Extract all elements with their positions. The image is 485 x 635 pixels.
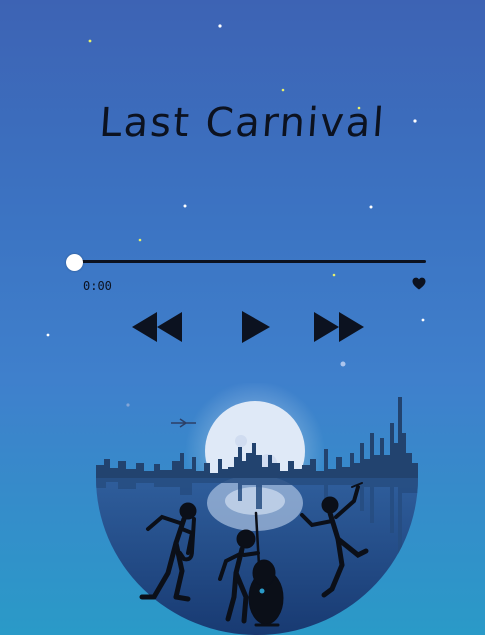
progress-thumb[interactable]: [65, 254, 83, 271]
star: [421, 318, 425, 322]
current-time: 0:00: [83, 279, 112, 293]
fast-forward-icon: [314, 312, 364, 342]
star: [88, 39, 92, 43]
star: [46, 333, 50, 337]
rewind-button[interactable]: [131, 310, 183, 344]
progress-bar[interactable]: [74, 260, 426, 263]
star: [183, 204, 187, 208]
star: [218, 24, 222, 28]
star: [340, 361, 346, 367]
star: [332, 273, 336, 277]
star: [281, 88, 285, 92]
star: [138, 238, 142, 242]
play-button[interactable]: [240, 309, 272, 345]
album-artwork: [96, 383, 418, 635]
fast-forward-button[interactable]: [313, 310, 365, 344]
song-title: Last Carnival: [97, 100, 388, 146]
rewind-icon: [132, 312, 182, 342]
play-icon: [242, 311, 270, 343]
heart-icon[interactable]: [412, 277, 426, 290]
star: [369, 205, 373, 209]
